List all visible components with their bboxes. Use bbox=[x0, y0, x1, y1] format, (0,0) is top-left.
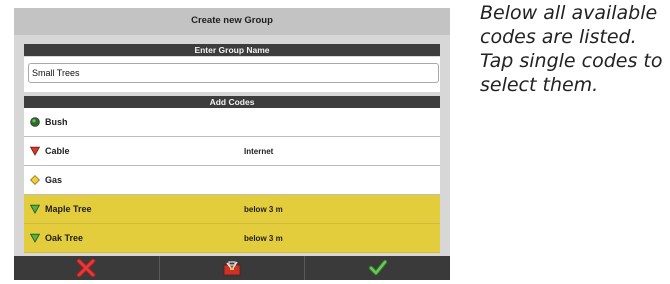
add-codes-header: Add Codes bbox=[24, 96, 440, 108]
green-triangle-icon bbox=[30, 204, 40, 214]
group-name-panel: Small Trees bbox=[24, 57, 440, 92]
code-row-bush[interactable]: Bush bbox=[24, 108, 440, 137]
device-screen: Create new Group Enter Group Name Small … bbox=[14, 8, 450, 280]
confirm-button[interactable] bbox=[305, 256, 450, 280]
toolbox-button[interactable] bbox=[160, 256, 306, 280]
code-attribute: below 3 m bbox=[244, 205, 283, 214]
code-name: Maple Tree bbox=[45, 204, 92, 214]
code-attribute: Internet bbox=[244, 147, 274, 156]
green-triangle-icon bbox=[30, 233, 40, 243]
code-attribute: below 3 m bbox=[244, 234, 283, 243]
code-row-cable[interactable]: Cable Internet bbox=[24, 137, 440, 166]
code-row-oak-tree[interactable]: Oak Tree below 3 m bbox=[24, 224, 440, 253]
red-triangle-icon bbox=[30, 146, 40, 156]
code-row-maple-tree[interactable]: Maple Tree below 3 m bbox=[24, 195, 440, 224]
group-name-header: Enter Group Name bbox=[24, 44, 440, 56]
cancel-button[interactable] bbox=[14, 256, 160, 280]
dialog-title: Create new Group bbox=[14, 8, 450, 35]
code-name: Oak Tree bbox=[45, 233, 84, 243]
code-name: Cable bbox=[45, 146, 70, 156]
bottom-action-bar bbox=[14, 256, 450, 280]
yellow-diamond-icon bbox=[30, 175, 40, 185]
cancel-x-icon bbox=[76, 259, 96, 277]
code-row-gas[interactable]: Gas bbox=[24, 166, 440, 195]
codes-list: Bush Cable Internet Gas Maple Tree below… bbox=[24, 108, 440, 254]
confirm-check-icon bbox=[368, 259, 387, 276]
group-name-input[interactable]: Small Trees bbox=[28, 63, 439, 83]
code-name: Gas bbox=[45, 175, 63, 185]
green-circle-icon bbox=[30, 117, 40, 127]
instruction-text: Below all available codes are listed. Ta… bbox=[480, 2, 663, 96]
code-name: Bush bbox=[45, 117, 68, 127]
toolbox-icon bbox=[223, 261, 241, 276]
